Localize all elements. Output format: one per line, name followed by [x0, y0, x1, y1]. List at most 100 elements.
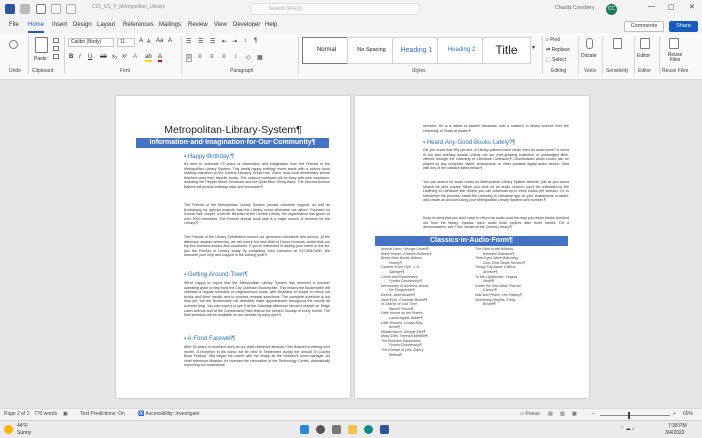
- copy-icon[interactable]: [53, 46, 59, 51]
- zoom-out-icon[interactable]: −: [592, 411, 595, 417]
- document-canvas[interactable]: Metropolitan·Library·System¶ Information…: [0, 80, 702, 408]
- zoom-level[interactable]: 69%: [683, 411, 693, 417]
- font-size-select[interactable]: 11: [117, 38, 135, 47]
- style-title[interactable]: Title: [482, 37, 531, 64]
- weather-icon[interactable]: [4, 425, 13, 434]
- task-view-icon[interactable]: [332, 425, 341, 434]
- word-taskbar-icon[interactable]: [380, 425, 389, 434]
- cut-icon[interactable]: [53, 38, 59, 43]
- search-taskbar-icon[interactable]: [316, 425, 325, 434]
- autosave-toggle[interactable]: [20, 4, 30, 14]
- zoom-in-icon[interactable]: +: [673, 411, 676, 417]
- justify-icon[interactable]: ≡: [222, 54, 226, 60]
- weather-condition[interactable]: Sunny: [17, 430, 31, 436]
- edge-icon[interactable]: [364, 425, 373, 434]
- clear-format-icon[interactable]: A: [168, 38, 172, 44]
- paste-icon[interactable]: [35, 37, 48, 53]
- undo-icon[interactable]: [9, 40, 18, 49]
- tab-references[interactable]: References: [123, 22, 154, 28]
- style-normal[interactable]: Normal: [302, 37, 351, 64]
- multilevel-list-icon[interactable]: ☰: [210, 38, 215, 45]
- editor-button[interactable]: Editor: [637, 53, 650, 59]
- bullets-icon[interactable]: ☰: [186, 38, 191, 45]
- read-mode-icon[interactable]: ▤: [548, 411, 553, 417]
- tab-file[interactable]: File: [9, 22, 19, 28]
- change-case-icon[interactable]: Aa: [156, 38, 163, 44]
- minimize-icon[interactable]: —: [648, 3, 655, 10]
- tab-view[interactable]: View: [214, 22, 227, 28]
- sensitivity-button[interactable]: Sensitivity: [606, 68, 629, 74]
- tab-design[interactable]: Design: [73, 22, 92, 28]
- style-no-spacing[interactable]: No Spacing: [347, 37, 396, 64]
- show-marks-icon[interactable]: ¶: [254, 38, 257, 44]
- save-icon[interactable]: [36, 4, 46, 14]
- dictate-button[interactable]: Dictate: [581, 53, 597, 59]
- italic-icon[interactable]: I: [79, 54, 81, 60]
- increase-indent-icon[interactable]: ⇥: [232, 38, 237, 45]
- page-1[interactable]: Metropolitan·Library·System¶ Information…: [116, 96, 350, 398]
- tab-review[interactable]: Review: [188, 22, 208, 28]
- center-icon[interactable]: ≡: [198, 54, 202, 60]
- highlight-icon[interactable]: ab: [145, 54, 152, 62]
- text-effects-icon[interactable]: A: [133, 54, 137, 60]
- superscript-icon[interactable]: x²: [122, 54, 127, 60]
- user-name[interactable]: Chasity Consbery: [555, 5, 594, 11]
- page-count[interactable]: Page 2 of 2: [4, 411, 30, 417]
- tab-help[interactable]: Help: [265, 22, 277, 28]
- weather-temp[interactable]: 44°F: [17, 423, 28, 429]
- tab-home[interactable]: Home: [28, 22, 44, 28]
- align-left-icon[interactable]: ≡: [186, 54, 192, 62]
- microphone-icon[interactable]: [586, 38, 593, 49]
- font-name-select[interactable]: Calibri (Body): [68, 38, 114, 47]
- editor-icon[interactable]: [640, 38, 650, 49]
- text-predictions[interactable]: Text Predictions: On: [80, 411, 125, 417]
- underline-icon[interactable]: U: [88, 54, 92, 60]
- share-button[interactable]: Share: [669, 21, 698, 32]
- tray-icons[interactable]: ⌃ ☁ ♪: [620, 426, 634, 432]
- zoom-slider-thumb[interactable]: [628, 412, 630, 419]
- web-layout-icon[interactable]: ▦: [572, 411, 577, 417]
- close-icon[interactable]: ✕: [689, 3, 695, 11]
- borders-icon[interactable]: ▦: [257, 54, 263, 61]
- start-icon[interactable]: [300, 425, 309, 434]
- tab-layout[interactable]: Layout: [97, 22, 115, 28]
- avatar[interactable]: CC: [606, 4, 617, 15]
- line-spacing-icon[interactable]: ↕: [234, 54, 237, 60]
- file-explorer-icon[interactable]: [348, 425, 357, 434]
- zoom-slider[interactable]: [600, 415, 670, 416]
- tab-mailings[interactable]: Mailings: [159, 22, 181, 28]
- shading-icon[interactable]: ◇: [246, 54, 251, 61]
- style-heading-1[interactable]: Heading 1: [392, 37, 441, 64]
- search-box[interactable]: Search (Alt+Q): [250, 3, 420, 15]
- select-button[interactable]: ⬚ Select: [546, 57, 566, 63]
- focus-button[interactable]: ▭ Focus: [520, 411, 540, 417]
- restore-icon[interactable]: ▢: [668, 3, 675, 11]
- tab-insert[interactable]: Insert: [52, 22, 67, 28]
- document-name[interactable]: C21_U1_Y_Metropolitan_Library: [92, 4, 165, 10]
- font-color-icon[interactable]: A: [158, 54, 163, 62]
- reuse-files-icon[interactable]: [669, 38, 679, 49]
- redo-icon[interactable]: [66, 4, 76, 14]
- grow-font-icon[interactable]: A: [139, 38, 143, 44]
- format-painter-icon[interactable]: [53, 54, 59, 59]
- reuse-files-button[interactable]: Reuse Files: [664, 53, 686, 63]
- strikethrough-icon[interactable]: ab: [100, 54, 107, 60]
- align-right-icon[interactable]: ≡: [210, 54, 214, 60]
- proofing-icon[interactable]: ▣: [63, 411, 68, 417]
- shrink-font-icon[interactable]: A: [147, 39, 150, 45]
- sort-icon[interactable]: ↕: [244, 38, 247, 44]
- replace-button[interactable]: ⇄ Replace: [546, 47, 570, 53]
- tab-developer[interactable]: Developer: [233, 22, 260, 28]
- clock-time[interactable]: 7:38 PM: [668, 423, 687, 429]
- accessibility-status[interactable]: ♿ Accessibility: Investigate: [138, 411, 200, 417]
- bold-icon[interactable]: B: [69, 54, 73, 60]
- clock-date[interactable]: 3/4/2022: [665, 430, 684, 436]
- subscript-icon[interactable]: x₂: [112, 54, 117, 60]
- undo-icon[interactable]: [51, 4, 61, 14]
- style-heading-2[interactable]: Heading 2: [437, 37, 486, 64]
- numbering-icon[interactable]: ☰: [198, 38, 203, 45]
- find-button[interactable]: ⌕ Find: [546, 37, 560, 43]
- word-count[interactable]: 770 words: [34, 411, 57, 417]
- decrease-indent-icon[interactable]: ⇤: [222, 38, 227, 45]
- page-2[interactable]: services. He is a native of eastern Arka…: [355, 96, 589, 398]
